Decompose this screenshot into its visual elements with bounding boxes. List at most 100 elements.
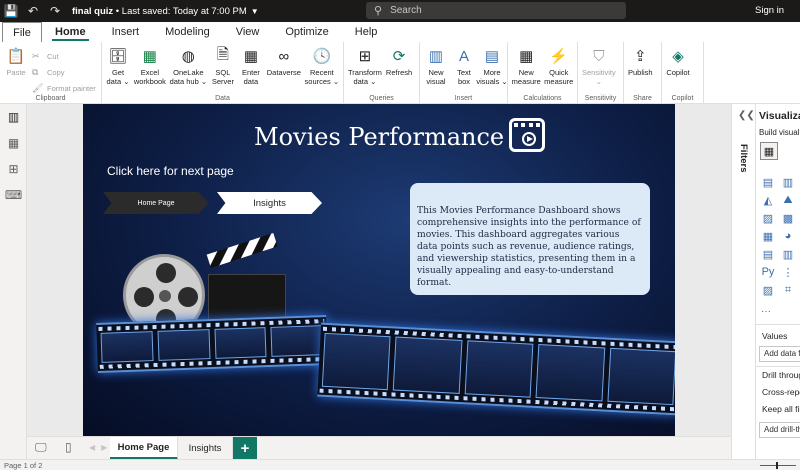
group-share: ⇪ Publish Share: [624, 42, 662, 104]
menu-file[interactable]: File: [2, 22, 42, 42]
more-visuals-icon[interactable]: ···: [761, 306, 771, 317]
copilot-icon: ◈: [672, 48, 684, 65]
table-view-icon[interactable]: ▦: [0, 132, 27, 154]
ribbon: 📋 Paste ✂ Cut ⧉ Copy 🖌 Format painter Clipb…: [0, 42, 800, 104]
drill-through-label: Drill through: [762, 370, 800, 380]
group-label-clipboard: Clipboard: [35, 95, 66, 102]
divider: [756, 324, 800, 325]
left-nav: ▥ ▦ ⊞ ⌨: [0, 104, 27, 459]
group-label-copilot: Copilot: [671, 95, 694, 102]
visual-type-icon[interactable]: ⌗: [780, 282, 796, 298]
visual-type-icon[interactable]: Py: [760, 264, 776, 280]
database-icon: 🗄: [108, 48, 128, 65]
visualizations-pane: Visualizations Build visual ▦ ▤▥▦◭⛰▧▨▩◰▦…: [755, 104, 800, 459]
menu-bar: File Home Insert Modeling View Optimize …: [0, 22, 800, 42]
search-icon: ⚲: [374, 5, 383, 17]
redo-icon[interactable]: ↷: [44, 0, 66, 22]
page-tab-home[interactable]: Home Page: [110, 437, 178, 460]
search-placeholder: Search: [390, 5, 422, 16]
title-bar: 💾 ↶ ↷ final quiz • Last saved: Today at …: [0, 0, 800, 22]
clapperboard-top-image: [206, 233, 278, 268]
quick-measure-icon: ⚡: [549, 48, 569, 65]
search-box[interactable]: ⚲ Search: [366, 2, 626, 19]
visual-type-icon[interactable]: ▩: [780, 210, 796, 226]
group-label-queries: Queries: [369, 95, 394, 102]
copy-icon: ⧉: [32, 66, 39, 77]
save-icon[interactable]: 💾: [0, 0, 22, 22]
group-label-sensitivity: Sensitivity: [584, 95, 617, 102]
cut-button[interactable]: ✂ Cut: [32, 48, 96, 64]
scissors-icon: ✂: [32, 50, 40, 61]
paste-icon: 📋: [6, 48, 26, 65]
excel-icon: ▦: [142, 48, 157, 65]
mobile-view-icon[interactable]: ▯: [65, 440, 72, 454]
clock-icon: 🕓: [312, 48, 332, 65]
page-tab-insights[interactable]: Insights: [178, 437, 233, 460]
visual-type-icon[interactable]: ◕: [780, 228, 796, 244]
undo-icon[interactable]: ↶: [22, 0, 44, 22]
film-strip-left: [96, 315, 328, 373]
group-insert: ▥ New visual A Text box ▤ More visuals ⌄ Inser…: [420, 42, 508, 104]
publish-icon: ⇪: [634, 48, 647, 65]
filters-pane[interactable]: ❮❮ Filters: [731, 104, 755, 459]
tab-insert[interactable]: Insert: [99, 22, 153, 42]
add-data-fields-input[interactable]: Add data fields here: [759, 346, 800, 362]
values-label: Values: [762, 331, 788, 341]
sql-icon: 🗎: [216, 45, 229, 63]
visual-type-icon[interactable]: ▦: [760, 228, 776, 244]
home-page-button[interactable]: Home Page: [103, 192, 209, 214]
visual-type-icon[interactable]: ▨: [760, 282, 776, 298]
keep-all-filters-label: Keep all filters: [762, 404, 800, 414]
zoom-slider-thumb[interactable]: [776, 462, 778, 469]
group-clipboard: 📋 Paste ✂ Cut ⧉ Copy 🖌 Format painter Clipb…: [0, 42, 102, 104]
visual-type-icon[interactable]: ▨: [760, 210, 776, 226]
report-view-icon[interactable]: ▥: [0, 106, 27, 128]
desktop-view-icon[interactable]: 🖵: [35, 440, 47, 455]
sign-in-link[interactable]: Sign in: [755, 5, 784, 16]
visual-type-icon[interactable]: ⋮: [780, 264, 796, 280]
dataverse-icon: ∞: [278, 47, 290, 65]
tab-home[interactable]: Home: [42, 22, 99, 42]
tab-help[interactable]: Help: [342, 22, 391, 42]
sensitivity-icon: ⛉: [593, 47, 605, 65]
group-sensitivity: ⛉ Sensitivity ⌄ Sensitivity: [578, 42, 624, 104]
format-painter-button[interactable]: 🖌 Format painter: [32, 80, 96, 96]
calculator-icon: ▦: [519, 48, 534, 65]
visual-type-icon[interactable]: ▥: [780, 174, 796, 190]
add-drill-through-input[interactable]: Add drill-through fields here: [759, 422, 800, 438]
page-tabs-bar: 🖵 ▯ ◀▶ Home Page Insights +: [27, 436, 731, 460]
build-visual-tab[interactable]: Build visual: [759, 128, 799, 137]
table-icon: ▦: [243, 48, 259, 65]
dax-view-icon[interactable]: ⌨: [0, 184, 27, 206]
visual-type-icon[interactable]: ⛰: [780, 192, 796, 208]
text-box-icon: A: [458, 47, 469, 65]
film-strip-right: [317, 322, 675, 416]
visual-type-icon[interactable]: ◭: [760, 192, 776, 208]
visuals-icon: ▤: [484, 48, 500, 65]
visual-type-icon[interactable]: ▤: [760, 246, 776, 262]
visual-type-icon[interactable]: ▤: [760, 174, 776, 190]
description-text: This Movies Performance Dashboard shows …: [417, 205, 641, 288]
bar-chart-icon: ▥: [428, 48, 444, 65]
copy-button[interactable]: ⧉ Copy: [32, 64, 96, 80]
tab-modeling[interactable]: Modeling: [152, 22, 223, 42]
canvas-area: Movies Performance Click here for next p…: [27, 104, 731, 436]
selected-visual-icon[interactable]: ▦: [760, 142, 778, 160]
report-page: Movies Performance Click here for next p…: [83, 104, 675, 436]
insights-button[interactable]: Insights: [217, 192, 322, 214]
clapperboard-image: [208, 274, 286, 322]
add-page-button[interactable]: +: [233, 437, 257, 460]
brush-icon: 🖌: [32, 82, 44, 93]
tab-view[interactable]: View: [223, 22, 273, 42]
tab-optimize[interactable]: Optimize: [272, 22, 341, 42]
next-page-text: Click here for next page: [107, 164, 234, 178]
collapse-chevron-icon[interactable]: ❮❮: [738, 110, 755, 121]
chevron-down-icon[interactable]: ▼: [251, 7, 259, 16]
model-view-icon[interactable]: ⊞: [0, 158, 27, 180]
visual-type-icon[interactable]: ▥: [780, 246, 796, 262]
transform-icon: ⊞: [358, 48, 372, 65]
filters-label: Filters: [738, 144, 749, 173]
zoom-slider[interactable]: [760, 465, 796, 466]
visualizations-title: Visualizations: [759, 110, 800, 122]
visual-type-grid: ▤▥▦◭⛰▧▨▩◰▦◕▣▤▥◫Py⋮▦▨⌗◰: [760, 174, 800, 298]
